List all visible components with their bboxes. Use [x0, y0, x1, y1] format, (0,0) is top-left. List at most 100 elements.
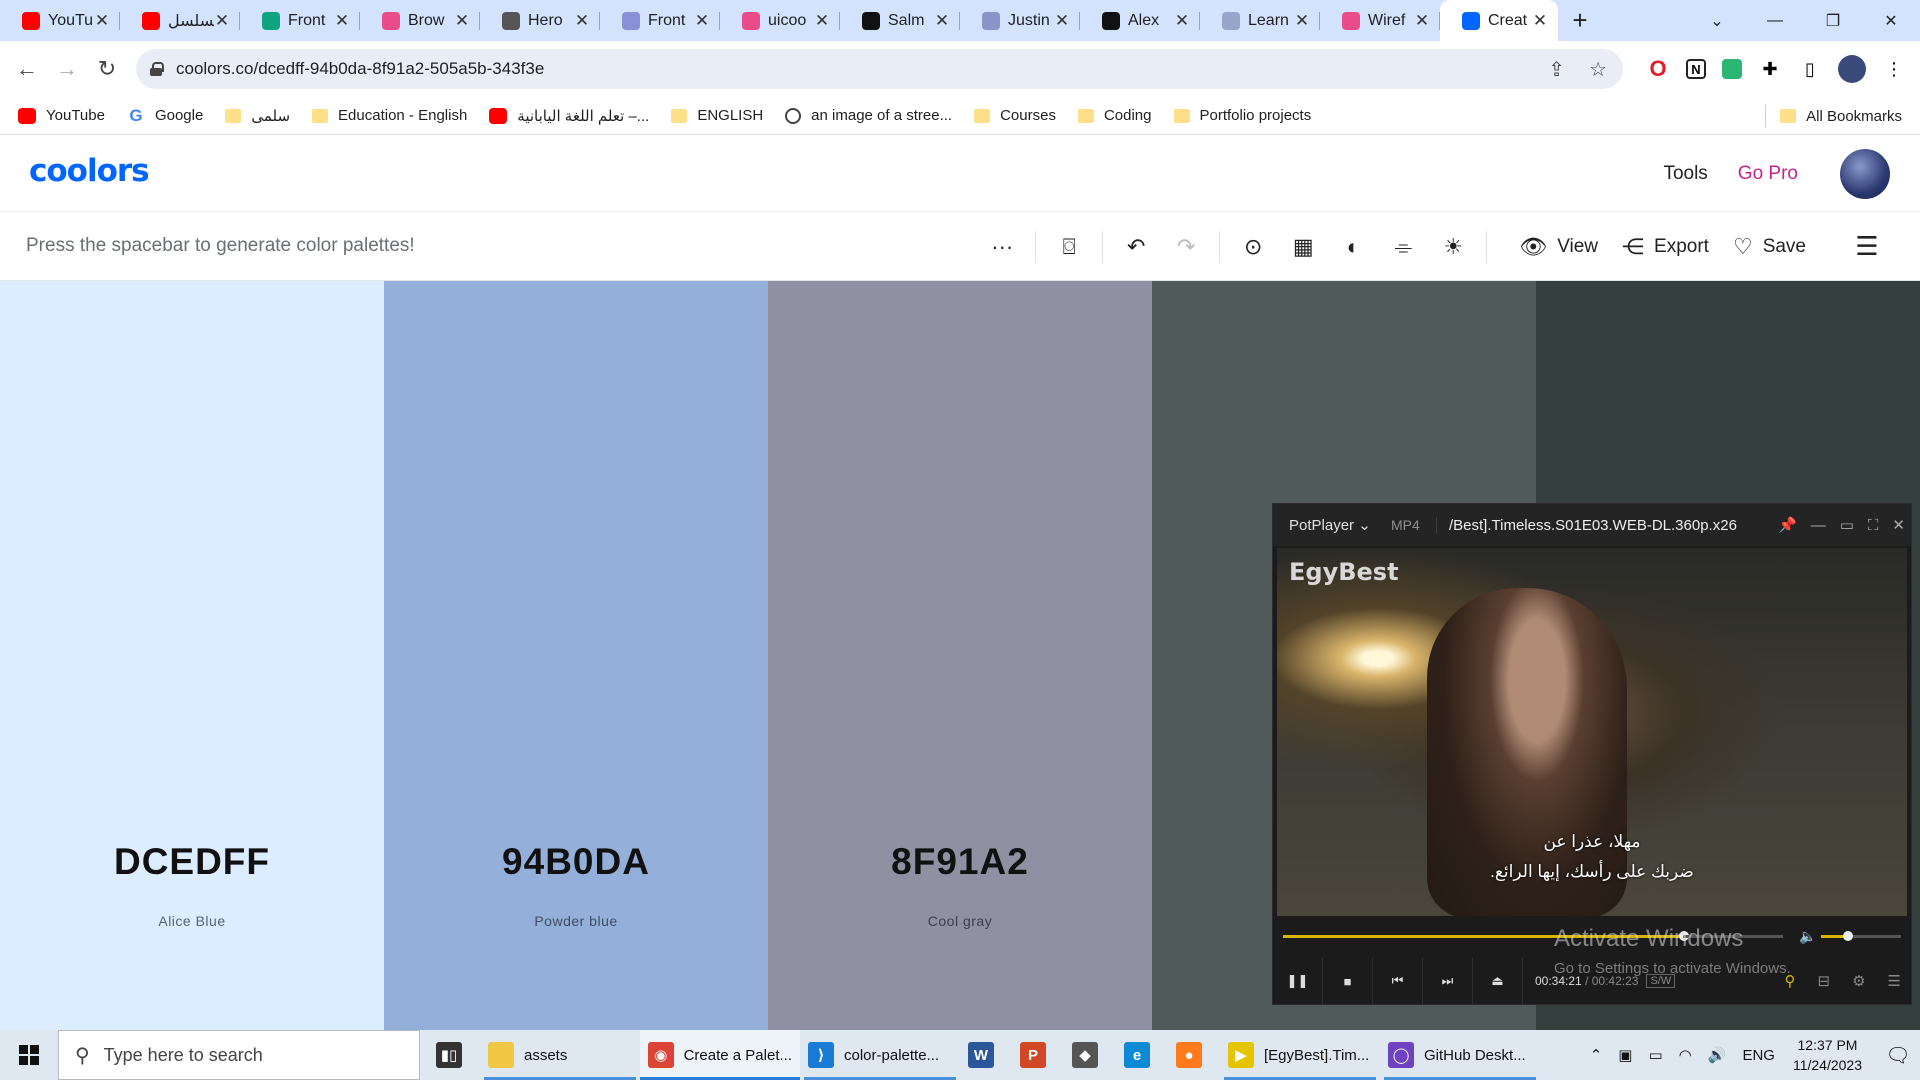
potplayer-titlebar[interactable]: PotPlayer ⌄ MP4 /Best].Timeless.S01E03.W…: [1273, 504, 1911, 546]
opera-extension-icon[interactable]: O: [1646, 56, 1670, 81]
taskbar-item[interactable]: P: [1012, 1030, 1064, 1080]
volume-bar-remaining[interactable]: [1853, 935, 1901, 938]
forward-icon[interactable]: →: [47, 49, 87, 89]
back-icon[interactable]: ←: [7, 49, 47, 89]
capture-icon[interactable]: ⊟: [1818, 972, 1831, 990]
taskbar-item[interactable]: ◉ Create a Palet...: [640, 1030, 800, 1080]
taskbar-item[interactable]: ▶ [EgyBest].Tim...: [1220, 1030, 1380, 1080]
export-button[interactable]: ⋲ Export: [1622, 234, 1709, 260]
bookmark-item[interactable]: تعلم اللغة اليابانية –...: [489, 107, 649, 125]
bookmark-item[interactable]: an image of a stree...: [785, 107, 952, 124]
taskbar-item[interactable]: ▮▯: [428, 1030, 480, 1080]
browser-tab[interactable]: YouTu ✕: [0, 0, 120, 41]
browser-tab[interactable]: Wiref ✕: [1320, 0, 1440, 41]
grid-icon[interactable]: ▦: [1278, 227, 1328, 267]
taskbar-item[interactable]: ●: [1168, 1030, 1220, 1080]
previous-icon[interactable]: ⏮: [1373, 958, 1423, 1004]
stop-icon[interactable]: ■: [1323, 958, 1373, 1004]
fullscreen-icon[interactable]: ⛶: [1868, 517, 1879, 534]
save-button[interactable]: ♡ Save: [1733, 234, 1806, 260]
bookmark-item[interactable]: Education - English: [312, 107, 467, 124]
color-swatch[interactable]: 94B0DA Powder blue: [384, 281, 768, 1030]
browser-tab[interactable]: مسلسل✕: [120, 0, 240, 41]
close-tab-icon[interactable]: ✕: [934, 11, 950, 31]
close-tab-icon[interactable]: ✕: [1532, 11, 1548, 31]
browser-tab[interactable]: Hero ✕: [480, 0, 600, 41]
close-tab-icon[interactable]: ✕: [1294, 11, 1310, 31]
bookmark-item[interactable]: ENGLISH: [671, 107, 763, 124]
taskbar-item[interactable]: assets: [480, 1030, 640, 1080]
maximize-icon[interactable]: ▭: [1840, 516, 1854, 534]
wifi-icon[interactable]: ◠: [1679, 1046, 1692, 1064]
browser-tab[interactable]: Creat ✕: [1440, 0, 1558, 41]
coolors-logo[interactable]: coolors: [29, 153, 150, 189]
color-swatch[interactable]: 8F91A2 Cool gray: [768, 281, 1152, 1030]
minimize-icon[interactable]: —: [1811, 517, 1826, 534]
tools-link[interactable]: Tools: [1663, 163, 1707, 185]
close-tab-icon[interactable]: ✕: [574, 11, 590, 31]
view-button[interactable]: 👁 View: [1519, 234, 1598, 260]
kebab-menu-icon[interactable]: ⋮: [1882, 57, 1906, 81]
swatch-hex[interactable]: DCEDFF: [0, 841, 384, 883]
settings-gear-icon[interactable]: ⚙: [1852, 972, 1865, 990]
speaker-icon[interactable]: 🔊: [1708, 1046, 1727, 1064]
new-tab-icon[interactable]: +: [1558, 0, 1602, 41]
bookmark-item[interactable]: YouTube: [18, 107, 105, 124]
user-avatar[interactable]: [1840, 148, 1890, 199]
browser-tab[interactable]: Front ✕: [240, 0, 360, 41]
color-swatch[interactable]: DCEDFF Alice Blue: [0, 281, 384, 1030]
meet-icon[interactable]: ▣: [1618, 1046, 1632, 1064]
close-tab-icon[interactable]: ✕: [1054, 11, 1070, 31]
lock-icon[interactable]: [150, 62, 164, 76]
sun-icon[interactable]: ☀: [1428, 227, 1478, 267]
go-pro-link[interactable]: Go Pro: [1738, 163, 1798, 185]
bookmark-item[interactable]: G Google: [127, 107, 203, 125]
notification-icon[interactable]: 🗨: [1876, 1030, 1920, 1080]
volume-knob[interactable]: [1843, 931, 1853, 941]
shapes-icon[interactable]: ⊙: [1228, 227, 1278, 267]
taskbar-item[interactable]: ◆: [1064, 1030, 1116, 1080]
minimize-icon[interactable]: —: [1746, 0, 1804, 41]
contrast-icon[interactable]: ◐: [1328, 227, 1378, 267]
notion-extension-icon[interactable]: N: [1686, 59, 1706, 79]
language-indicator[interactable]: ENG: [1742, 1047, 1775, 1064]
close-tab-icon[interactable]: ✕: [94, 11, 110, 31]
browser-tab[interactable]: Justin ✕: [960, 0, 1080, 41]
taskbar-item[interactable]: W: [960, 1030, 1012, 1080]
start-button[interactable]: [0, 1030, 58, 1080]
close-tab-icon[interactable]: ✕: [694, 11, 710, 31]
more-options-icon[interactable]: ···: [977, 227, 1027, 267]
pause-icon[interactable]: ❚❚: [1273, 958, 1323, 1004]
tab-search-icon[interactable]: ⌄: [1688, 0, 1746, 41]
playlist-menu-icon[interactable]: ☰: [1888, 972, 1901, 990]
url-text[interactable]: coolors.co/dcedff-94b0da-8f91a2-505a5b-3…: [176, 59, 544, 79]
browser-tab[interactable]: Alex ✕: [1080, 0, 1200, 41]
close-tab-icon[interactable]: ✕: [214, 11, 230, 31]
potplayer-menu[interactable]: PotPlayer ⌄: [1273, 516, 1391, 534]
taskbar-item[interactable]: ⟩ color-palette...: [800, 1030, 960, 1080]
camera-icon[interactable]: ⌼: [1044, 227, 1094, 267]
swatch-hex[interactable]: 8F91A2: [768, 841, 1152, 883]
close-tab-icon[interactable]: ✕: [1414, 11, 1430, 31]
bookmark-star-icon[interactable]: ☆: [1589, 57, 1607, 82]
profile-avatar[interactable]: [1838, 55, 1866, 83]
redo-icon[interactable]: ↷: [1161, 227, 1211, 267]
battery-icon[interactable]: ▭: [1648, 1046, 1662, 1064]
reload-icon[interactable]: ↻: [87, 49, 127, 89]
volume-icon[interactable]: 🔈: [1799, 928, 1816, 945]
clock[interactable]: 12:37 PM 11/24/2023: [1793, 1035, 1862, 1075]
swatch-hex[interactable]: 94B0DA: [384, 841, 768, 883]
pin-icon[interactable]: 📌: [1778, 516, 1797, 534]
close-tab-icon[interactable]: ✕: [454, 11, 470, 31]
glasses-icon[interactable]: ⌯: [1378, 227, 1428, 267]
puzzle-icon[interactable]: ✚: [1758, 57, 1782, 81]
bookmark-item[interactable]: Portfolio projects: [1173, 107, 1311, 124]
restore-icon[interactable]: ❐: [1804, 0, 1862, 41]
close-window-icon[interactable]: ✕: [1862, 0, 1920, 41]
video-frame[interactable]: EgyBest مهلا، عذرا عن ضربك على رأسك، إيه…: [1277, 548, 1907, 916]
bookmark-item[interactable]: Courses: [974, 107, 1056, 124]
chevron-up-icon[interactable]: ⌃: [1590, 1046, 1603, 1064]
share-icon[interactable]: ⇪: [1548, 57, 1565, 82]
taskbar-search[interactable]: ⚲ Type here to search: [58, 1030, 420, 1080]
grammar-extension-icon[interactable]: [1722, 59, 1742, 79]
